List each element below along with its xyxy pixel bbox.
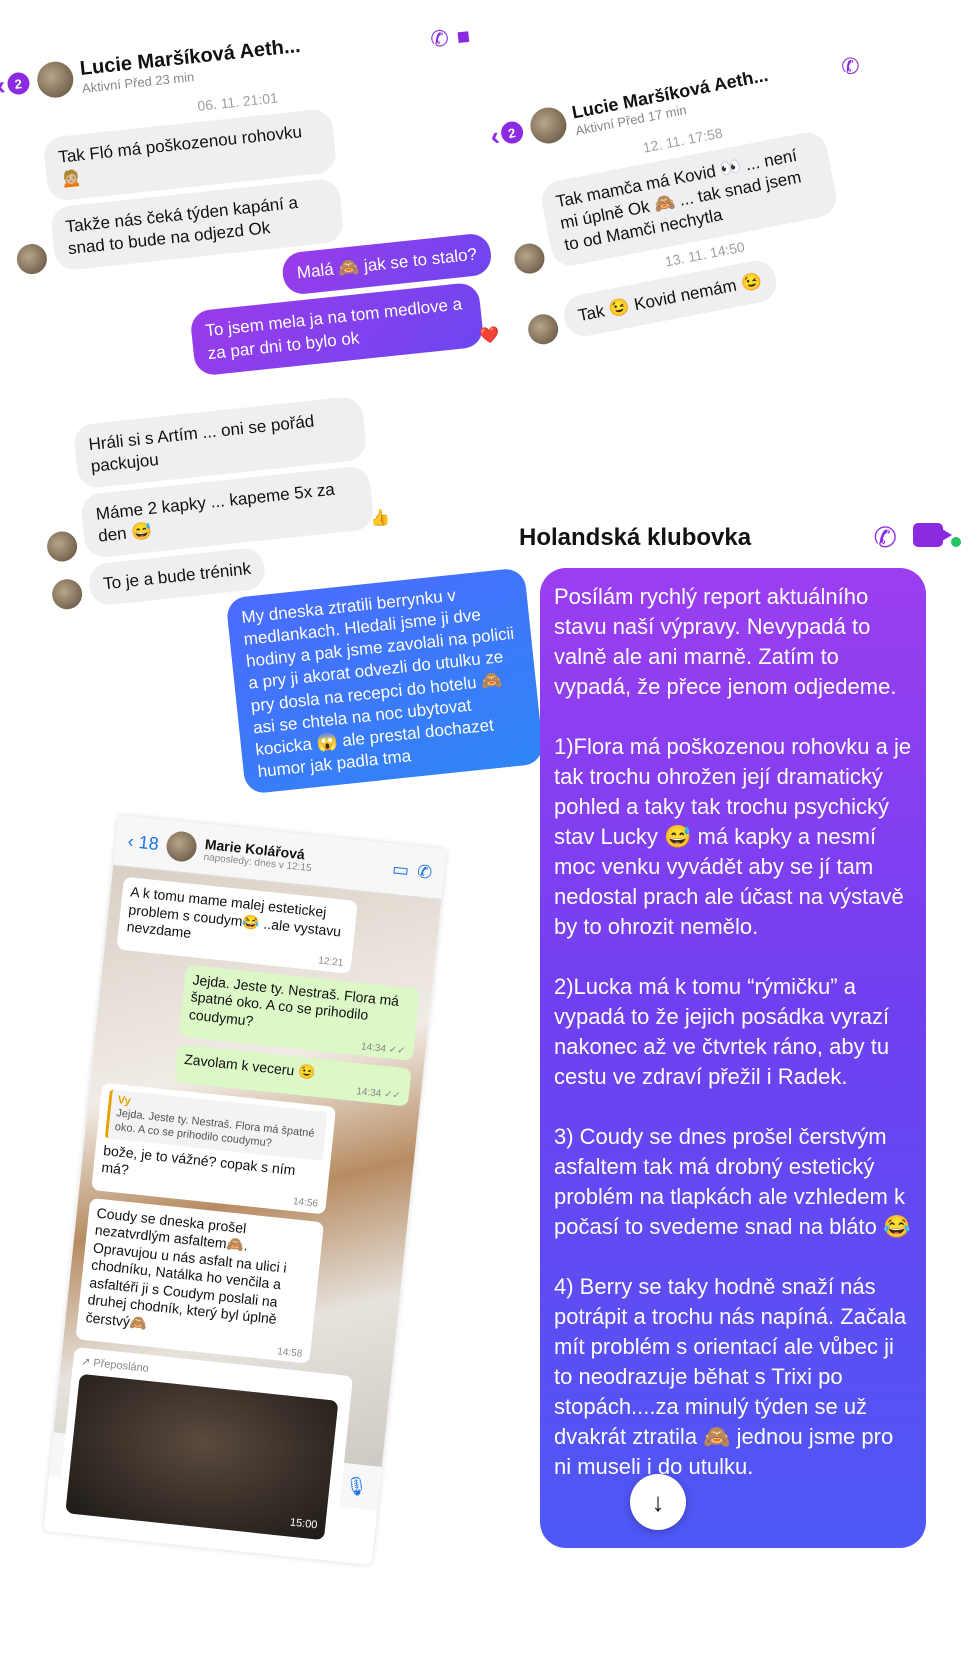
avatar — [511, 241, 548, 277]
chat-body: A k tomu mame malej estetickej problem s… — [53, 865, 442, 1548]
phone-icon[interactable]: ✆ — [416, 861, 433, 883]
message-time: 14:56 — [292, 1196, 319, 1210]
avatar[interactable] — [526, 104, 570, 147]
avatar — [525, 312, 561, 348]
online-indicator — [951, 537, 961, 547]
avatar — [15, 242, 49, 276]
forwarded-image-message[interactable]: ↗ Přeposláno 15:00 — [56, 1347, 354, 1548]
message-time: 14:34 ✓✓ — [360, 1040, 406, 1057]
message-bubble[interactable]: My dneska ztratili berrynku v medlankach… — [225, 567, 545, 795]
report-paragraph: 1)Flora má poškozenou rohovku a je tak t… — [554, 734, 912, 939]
video-call-icon[interactable] — [913, 523, 961, 552]
heart-reaction-icon: ❤️ — [478, 326, 501, 346]
group-chat-panel: Holandská klubovka ✆ — [505, 505, 975, 565]
video-call-icon[interactable]: ▭ — [391, 858, 410, 881]
microphone-icon[interactable]: 🎙 — [344, 1475, 369, 1498]
reply-message-bubble[interactable]: Vy Jejda. Jeste ty. Nestraš. Flora má šp… — [91, 1082, 337, 1215]
back-button[interactable]: ‹ 2 — [0, 67, 31, 101]
whatsapp-chat: ‹ 18 Marie Kolářová naposledy: dnes v 12… — [43, 814, 447, 1566]
report-paragraph: 3) Coudy se dnes prošel čerstvým asfalte… — [554, 1124, 911, 1239]
report-paragraph: Posílám rychlý report aktuálního stavu n… — [554, 584, 897, 699]
back-button[interactable]: ‹ 18 — [127, 830, 160, 854]
message-bubble[interactable]: Jejda. Jeste ty. Nestraš. Flora má špatn… — [178, 964, 421, 1061]
avatar[interactable] — [35, 59, 75, 100]
phone-icon[interactable]: ✆ — [874, 521, 897, 554]
avatar — [45, 530, 79, 563]
report-message-bubble[interactable]: Posílám rychlý report aktuálního stavu n… — [540, 568, 926, 1548]
phone-icon[interactable]: ✆ — [429, 25, 450, 53]
report-paragraph: 4) Berry se taky hodně snaží nás potrápi… — [554, 1274, 907, 1479]
avatar — [50, 577, 84, 611]
group-header: Holandská klubovka ✆ — [505, 505, 975, 565]
message-bubble[interactable]: Coudy se dneska prošel nezatvrdlým asfal… — [75, 1197, 325, 1364]
phone-icon[interactable]: ✆ — [839, 52, 862, 81]
report-paragraph: 2)Lucka má k tomu “rýmičku” a vypadá to … — [554, 974, 890, 1089]
message-time: 12:21 — [317, 955, 344, 969]
scroll-down-button[interactable]: ↓ — [630, 1474, 686, 1530]
video-call-icon[interactable]: ■ — [455, 23, 471, 50]
photo-thumbnail[interactable]: 15:00 — [65, 1373, 339, 1541]
messenger-chat-left: ‹ 2 Lucie Maršíková Aeth... Aktivní Před … — [0, 5, 559, 815]
group-title[interactable]: Holandská klubovka — [519, 524, 751, 552]
message-time: 14:34 ✓✓ — [355, 1086, 402, 1102]
thumbs-up-reaction-icon: 👍 — [369, 509, 391, 529]
back-button[interactable]: ‹ 2 — [488, 115, 526, 152]
unread-badge: 2 — [498, 119, 525, 146]
unread-badge: 2 — [6, 71, 31, 96]
arrow-down-icon: ↓ — [651, 1486, 665, 1517]
message-bubble[interactable]: A k tomu mame malej estetickej problem s… — [116, 876, 358, 974]
messenger-chat-right: ‹ 2 Lucie Maršíková Aeth... Aktivní Před … — [473, 35, 937, 475]
avatar[interactable] — [165, 830, 199, 863]
message-time: 14:58 — [276, 1346, 303, 1360]
